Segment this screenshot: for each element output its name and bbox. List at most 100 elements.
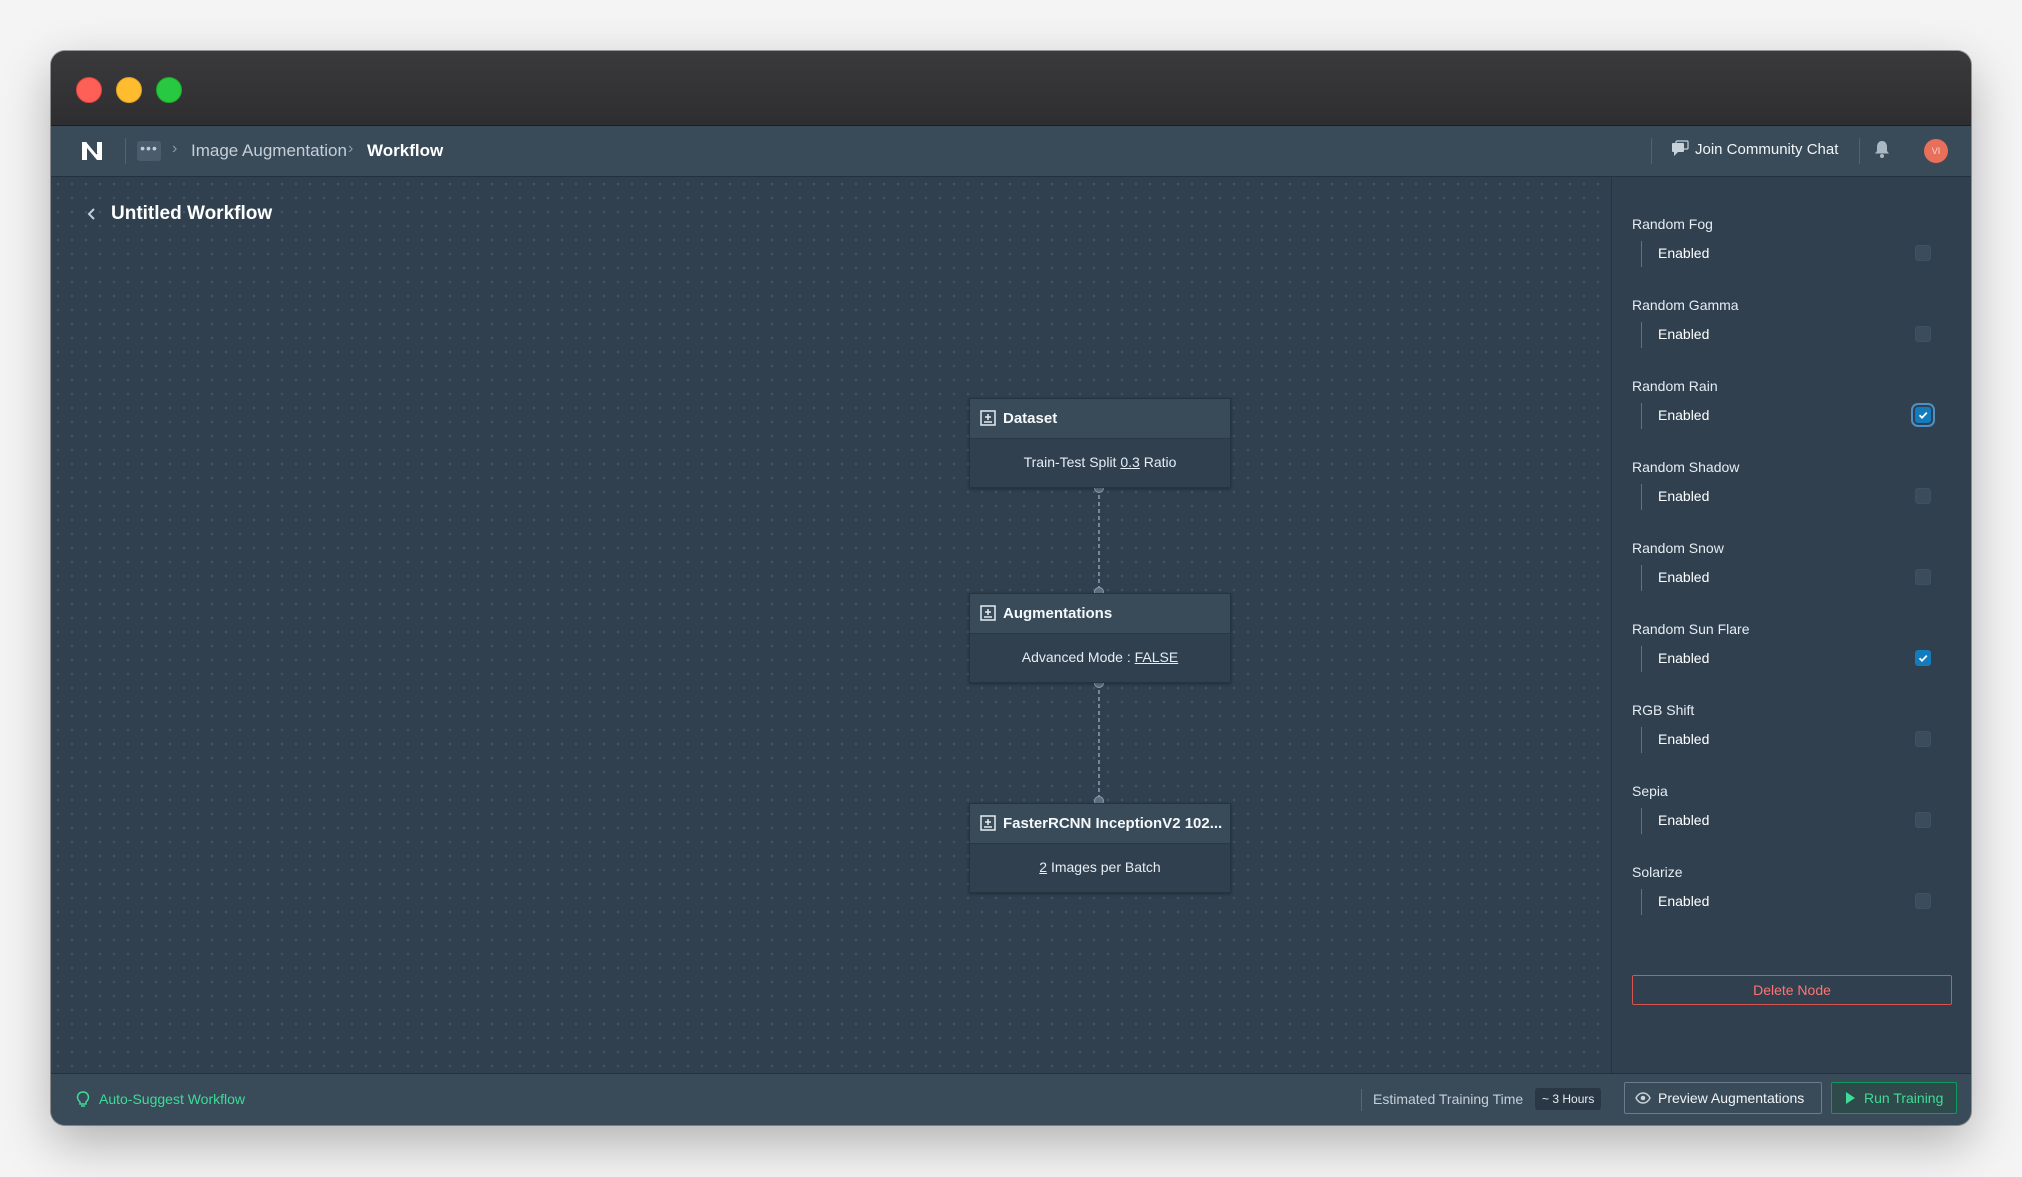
node-summary-value[interactable]: 0.3 — [1120, 454, 1139, 470]
footer-divider — [1361, 1089, 1362, 1111]
enabled-checkbox[interactable] — [1915, 488, 1931, 504]
node-summary-text: Ratio — [1139, 454, 1177, 470]
option-indent-bar — [1641, 484, 1642, 510]
breadcrumb-item[interactable]: Image Augmentation — [191, 141, 347, 161]
option-indent-bar — [1641, 727, 1642, 753]
node-summary: Advanced Mode : FALSE — [970, 634, 1230, 665]
preview-augmentations-button[interactable]: Preview Augmentations — [1624, 1082, 1822, 1114]
node-summary-value[interactable]: 2 — [1039, 859, 1047, 875]
enabled-checkbox[interactable] — [1915, 731, 1931, 747]
top-navbar: ••• › Image Augmentation › Workflow Join… — [51, 126, 1971, 177]
bell-icon[interactable] — [1873, 139, 1891, 159]
enabled-label: Enabled — [1658, 407, 1710, 423]
enabled-label: Enabled — [1658, 245, 1710, 261]
augmentation-name: Random Shadow — [1632, 459, 1740, 475]
node-box-icon — [980, 815, 996, 831]
node-settings-panel: Random Fog Enabled Random Gamma Enabled Rand… — [1611, 177, 1971, 1073]
augmentation-item: Solarize Enabled — [1632, 864, 1952, 924]
estimated-training-time-badge: ~ 3 Hours — [1535, 1088, 1602, 1110]
augmentation-name: Random Sun Flare — [1632, 621, 1750, 637]
node-box-icon — [980, 410, 996, 426]
augmentation-name: Random Snow — [1632, 540, 1724, 556]
augmentation-name: Sepia — [1632, 783, 1668, 799]
node-connectors — [1094, 483, 1104, 806]
preview-augmentations-label: Preview Augmentations — [1658, 1090, 1805, 1106]
augmentation-name: RGB Shift — [1632, 702, 1695, 718]
app-logo-icon[interactable] — [80, 139, 104, 163]
option-indent-bar — [1641, 889, 1642, 915]
node-summary-value[interactable]: FALSE — [1135, 649, 1179, 665]
node-summary-text: Train-Test Split — [1023, 454, 1121, 470]
node-header: FasterRCNN InceptionV2 102... — [970, 804, 1230, 844]
node-summary-text: Images per Batch — [1047, 859, 1161, 875]
run-training-button[interactable]: Run Training — [1831, 1082, 1957, 1114]
estimated-training-time-label: Estimated Training Time — [1373, 1091, 1524, 1107]
minimize-window-button[interactable] — [116, 77, 142, 103]
node-summary-text: Advanced Mode : — [1021, 649, 1135, 665]
nav-divider — [1651, 138, 1652, 164]
enabled-checkbox[interactable] — [1915, 407, 1931, 423]
breadcrumb-more-button[interactable]: ••• — [137, 141, 161, 161]
chevron-right-icon: › — [172, 140, 178, 157]
nav-divider — [1859, 138, 1860, 164]
enabled-checkbox[interactable] — [1915, 245, 1931, 261]
node-box-icon — [980, 605, 996, 621]
enabled-checkbox[interactable] — [1915, 326, 1931, 342]
chevron-right-icon: › — [348, 140, 354, 157]
node-header: Dataset — [970, 399, 1230, 439]
node-augmentations[interactable]: Augmentations Advanced Mode : FALSE — [969, 593, 1231, 683]
nav-divider — [125, 138, 126, 164]
eye-icon — [1635, 1092, 1651, 1104]
augmentation-name: Random Rain — [1632, 378, 1718, 394]
enabled-label: Enabled — [1658, 812, 1710, 828]
enabled-checkbox[interactable] — [1915, 650, 1931, 666]
enabled-label: Enabled — [1658, 650, 1710, 666]
enabled-checkbox[interactable] — [1915, 812, 1931, 828]
augmentation-name: Random Gamma — [1632, 297, 1739, 313]
option-indent-bar — [1641, 403, 1642, 429]
enabled-label: Enabled — [1658, 569, 1710, 585]
enabled-label: Enabled — [1658, 488, 1710, 504]
bottom-toolbar: Auto-Suggest Workflow Estimated Training… — [51, 1073, 1971, 1125]
augmentation-item: Random Gamma Enabled — [1632, 297, 1952, 357]
app-window: ••• › Image Augmentation › Workflow Join… — [51, 51, 1971, 1125]
workflow-canvas[interactable]: Untitled Workflow Dataset Train-Test Spl… — [51, 177, 1610, 1073]
join-community-chat-link[interactable]: Join Community Chat — [1695, 141, 1838, 158]
augmentation-item: Random Snow Enabled — [1632, 540, 1952, 600]
auto-suggest-workflow-button[interactable]: Auto-Suggest Workflow — [99, 1091, 245, 1107]
enabled-label: Enabled — [1658, 731, 1710, 747]
augmentation-item: RGB Shift Enabled — [1632, 702, 1952, 762]
option-indent-bar — [1641, 808, 1642, 834]
enabled-label: Enabled — [1658, 326, 1710, 342]
node-model[interactable]: FasterRCNN InceptionV2 102... 2 Images p… — [969, 803, 1231, 893]
node-title: Dataset — [1003, 410, 1058, 427]
run-training-label: Run Training — [1864, 1090, 1944, 1106]
node-summary: Train-Test Split 0.3 Ratio — [970, 439, 1230, 470]
enabled-checkbox[interactable] — [1915, 893, 1931, 909]
play-icon — [1846, 1092, 1855, 1104]
augmentation-item: Random Sun Flare Enabled — [1632, 621, 1952, 681]
option-indent-bar — [1641, 565, 1642, 591]
option-indent-bar — [1641, 646, 1642, 672]
node-header: Augmentations — [970, 594, 1230, 634]
close-window-button[interactable] — [76, 77, 102, 103]
augmentation-name: Random Fog — [1632, 216, 1713, 232]
enabled-label: Enabled — [1658, 893, 1710, 909]
augmentation-item: Random Rain Enabled — [1632, 378, 1952, 438]
option-indent-bar — [1641, 322, 1642, 348]
node-title: Augmentations — [1003, 605, 1113, 622]
user-avatar[interactable]: VI — [1924, 139, 1948, 163]
augmentation-item: Sepia Enabled — [1632, 783, 1952, 843]
augmentation-item: Random Shadow Enabled — [1632, 459, 1952, 519]
chat-icon — [1672, 140, 1689, 156]
node-title: FasterRCNN InceptionV2 102... — [1003, 815, 1223, 832]
delete-node-button[interactable]: Delete Node — [1632, 975, 1952, 1005]
enabled-checkbox[interactable] — [1915, 569, 1931, 585]
augmentation-item: Random Fog Enabled — [1632, 216, 1952, 276]
maximize-window-button[interactable] — [156, 77, 182, 103]
breadcrumb-current: Workflow — [367, 141, 444, 160]
lightbulb-icon — [76, 1091, 90, 1107]
augmentation-name: Solarize — [1632, 864, 1683, 880]
node-dataset[interactable]: Dataset Train-Test Split 0.3 Ratio — [969, 398, 1231, 488]
node-summary: 2 Images per Batch — [970, 844, 1230, 875]
